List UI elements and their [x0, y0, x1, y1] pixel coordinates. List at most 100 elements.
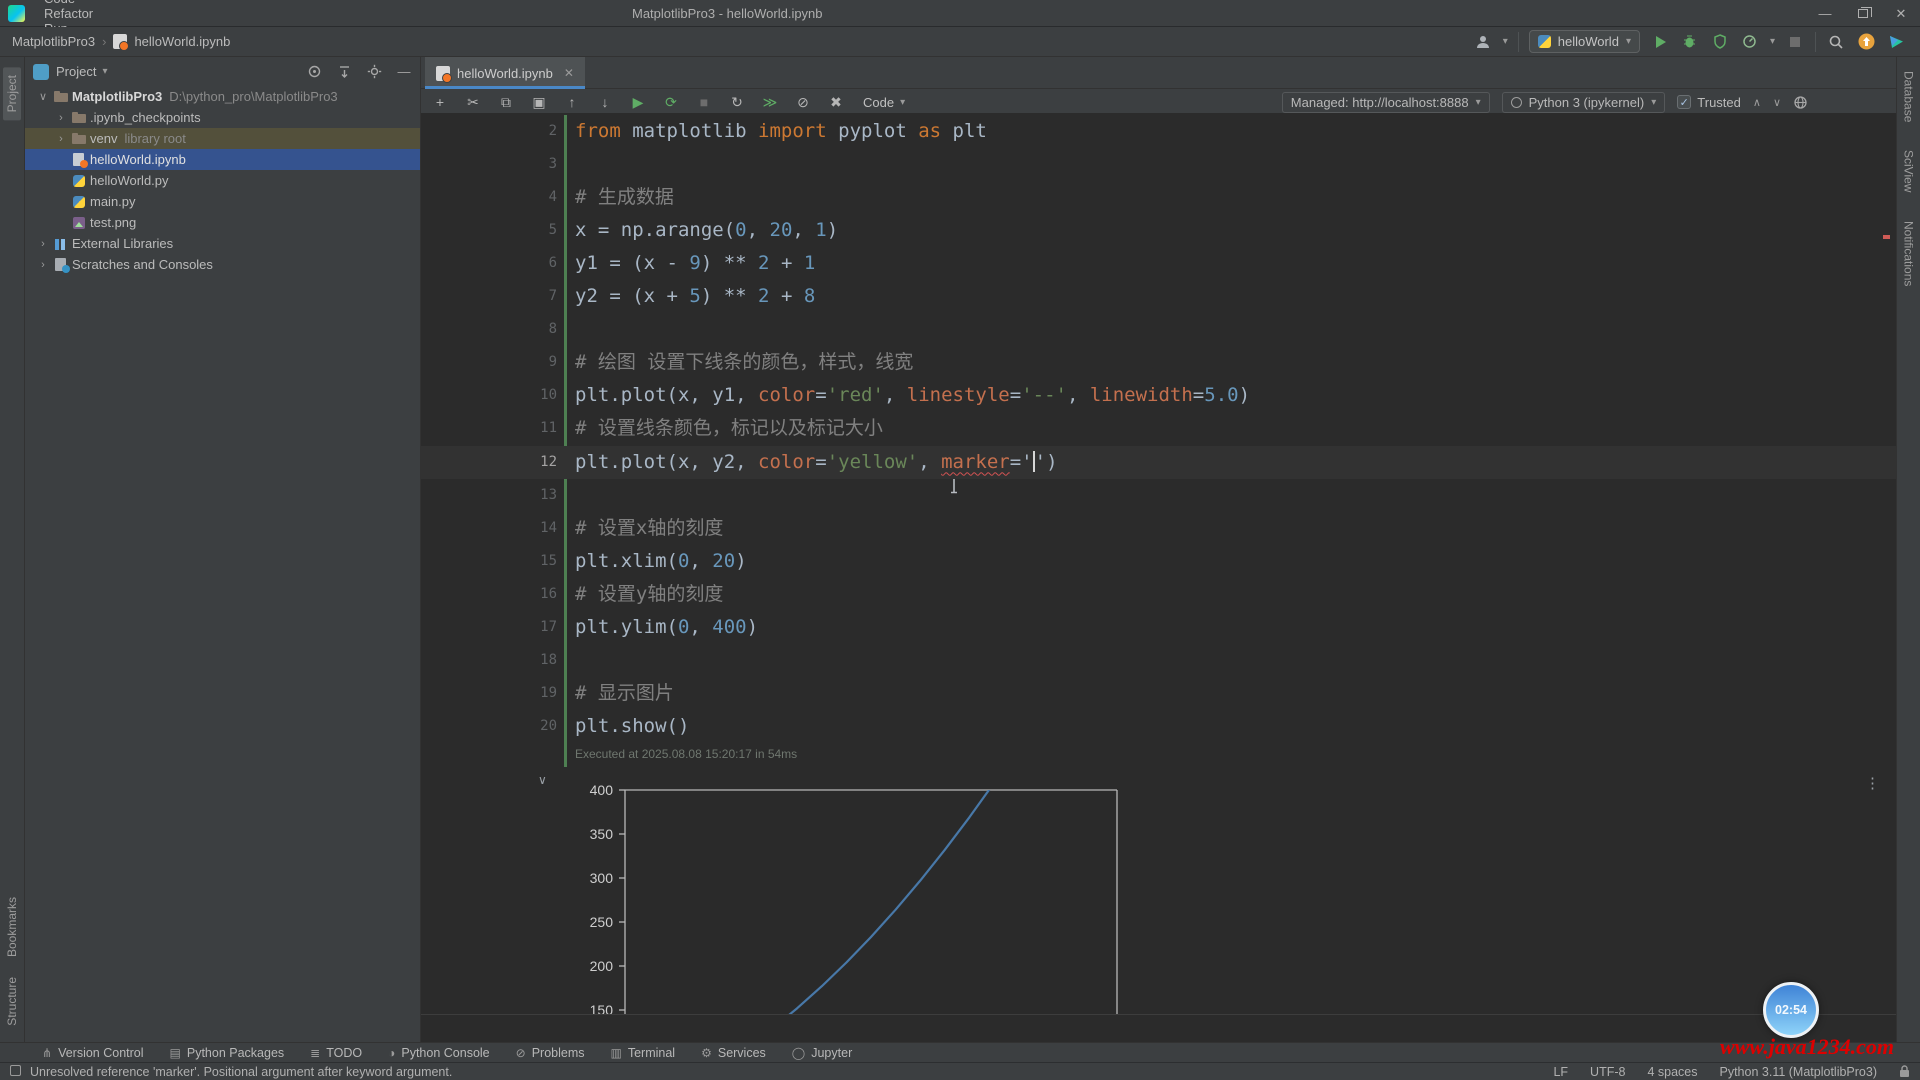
run-button[interactable] — [1650, 32, 1670, 52]
toolwindow-python-console[interactable]: ◑Python Console — [388, 1046, 490, 1060]
copy-cell-button[interactable]: ⧉ — [497, 94, 515, 111]
clear-outputs-button[interactable]: ⊘ — [794, 94, 812, 111]
add-cell-button[interactable]: + — [431, 94, 449, 110]
run-all-below-button[interactable]: ≫ — [761, 94, 779, 111]
hide-panel-button[interactable]: — — [396, 64, 412, 80]
code-line-8[interactable]: 8 — [421, 313, 1896, 346]
tree-item-test-png[interactable]: test.png — [25, 212, 420, 233]
tree-item-scratches-and-consoles[interactable]: ›Scratches and Consoles — [25, 254, 420, 275]
close-button[interactable]: ✕ — [1882, 0, 1920, 27]
tab-close-icon[interactable]: ✕ — [564, 66, 574, 80]
lock-icon[interactable] — [1899, 1065, 1910, 1078]
restart-kernel-button[interactable]: ⟳ — [662, 94, 680, 111]
toolwindow-version-control[interactable]: ⋔Version Control — [42, 1046, 144, 1060]
toolwindow-terminal[interactable]: ▥Terminal — [611, 1046, 676, 1060]
stripe-tab-sciview[interactable]: SciView — [1902, 150, 1916, 192]
toolwindow-python-packages[interactable]: ▤Python Packages — [170, 1046, 285, 1060]
code-line-14[interactable]: 14# 设置x轴的刻度 — [421, 512, 1896, 545]
code-line-10[interactable]: 10plt.plot(x, y1, color='red', linestyle… — [421, 379, 1896, 412]
indent-widget[interactable]: 4 spaces — [1647, 1065, 1697, 1079]
project-panel-title[interactable]: Project — [56, 64, 96, 79]
user-profile-button[interactable] — [1473, 32, 1493, 52]
move-cell-down-button[interactable]: ↓ — [596, 94, 614, 110]
run-cell-button[interactable]: ▶ — [629, 94, 647, 111]
update-available-button[interactable] — [1856, 32, 1876, 52]
tool-window-switcher-icon[interactable] — [10, 1065, 21, 1079]
stripe-tab-notifications[interactable]: Notifications — [1902, 221, 1916, 286]
locate-file-button[interactable] — [306, 64, 322, 80]
delete-cell-button[interactable]: ✖ — [827, 94, 845, 111]
code-line-19[interactable]: 19# 显示图片 — [421, 677, 1896, 710]
notebook-settings-button[interactable] — [1793, 95, 1808, 110]
code-line-9[interactable]: 9# 绘图 设置下线条的颜色，样式，线宽 — [421, 346, 1896, 379]
settings-gear-button[interactable] — [366, 64, 382, 80]
stripe-tab-project[interactable]: Project — [3, 67, 21, 120]
tab-helloworld-ipynb[interactable]: helloWorld.ipynb ✕ — [425, 57, 585, 89]
minimize-button[interactable]: — — [1806, 0, 1844, 27]
cell-type-label: Code — [863, 95, 894, 110]
breadcrumb-file[interactable]: helloWorld.ipynb — [134, 34, 230, 49]
toolwindow-services[interactable]: ⚙Services — [701, 1046, 766, 1060]
cut-cell-button[interactable]: ✂ — [464, 94, 482, 111]
debug-button[interactable] — [1680, 32, 1700, 52]
profiler-button[interactable] — [1740, 32, 1760, 52]
code-line-11[interactable]: 11# 设置线条颜色，标记以及标记大小 — [421, 412, 1896, 445]
tree-item-main-py[interactable]: main.py — [25, 191, 420, 212]
tree-item-external-libraries[interactable]: ›External Libraries — [25, 233, 420, 254]
stripe-tab-structure[interactable]: Structure — [5, 977, 19, 1026]
screen-recording-timer-bubble[interactable]: 02:54 — [1763, 982, 1819, 1038]
collapse-all-cells-button[interactable]: ∧ — [1753, 96, 1761, 109]
code-line-17[interactable]: 17plt.ylim(0, 400) — [421, 611, 1896, 644]
code-line-5[interactable]: 5x = np.arange(0, 20, 1) — [421, 214, 1896, 247]
code-line-4[interactable]: 4# 生成数据 — [421, 181, 1896, 214]
run-configuration-select[interactable]: helloWorld ▾ — [1529, 30, 1640, 53]
code-line-7[interactable]: 7y2 = (x + 5) ** 2 + 8 — [421, 280, 1896, 313]
tree-item-helloworld-py[interactable]: helloWorld.py — [25, 170, 420, 191]
collapse-all-button[interactable] — [336, 64, 352, 80]
code-line-16[interactable]: 16# 设置y轴的刻度 — [421, 578, 1896, 611]
cell-type-select[interactable]: Code ▾ — [863, 95, 905, 110]
toolwindow-problems[interactable]: ⊘Problems — [516, 1046, 585, 1060]
code-line-13[interactable]: 13 — [421, 479, 1896, 512]
line-separator-widget[interactable]: LF — [1553, 1065, 1568, 1079]
project-view-dropdown-icon[interactable]: ▾ — [102, 66, 107, 77]
expand-all-cells-button[interactable]: ∨ — [1773, 96, 1781, 109]
code-line-2[interactable]: 2from matplotlib import pyplot as plt — [421, 115, 1896, 148]
tree-item-helloworld-ipynb[interactable]: helloWorld.ipynb — [25, 149, 420, 170]
toolwindow-todo[interactable]: ≣TODO — [310, 1046, 362, 1060]
code-line-18[interactable]: 18 — [421, 644, 1896, 677]
encoding-widget[interactable]: UTF-8 — [1590, 1065, 1625, 1079]
stripe-tab-bookmarks[interactable]: Bookmarks — [5, 897, 19, 957]
run-with-coverage-button[interactable] — [1710, 32, 1730, 52]
code-line-3[interactable]: 3 — [421, 148, 1896, 181]
code-text: plt.xlim(0, 20) — [575, 545, 747, 578]
stop-button[interactable] — [1785, 32, 1805, 52]
code-line-12[interactable]: 12plt.plot(x, y2, color='yellow', marker… — [421, 446, 1896, 479]
search-everywhere-button[interactable] — [1826, 32, 1846, 52]
code-line-15[interactable]: 15plt.xlim(0, 20) — [421, 545, 1896, 578]
tree-item-matplotlibpro3[interactable]: ∨MatplotlibPro3D:\python_pro\MatplotlibP… — [25, 86, 420, 107]
code-line-20[interactable]: 20plt.show() — [421, 710, 1896, 743]
tree-item-ipynb-checkpoints[interactable]: ›.ipynb_checkpoints — [25, 107, 420, 128]
move-cell-up-button[interactable]: ↑ — [563, 94, 581, 110]
code-text: from matplotlib import pyplot as plt — [575, 115, 987, 148]
interrupt-kernel-button[interactable]: ■ — [695, 94, 713, 110]
restore-button[interactable] — [1844, 0, 1882, 27]
rerun-cells-button[interactable]: ↻ — [728, 94, 746, 111]
menu-refactor[interactable]: Refactor — [35, 6, 104, 21]
interpreter-widget[interactable]: Python 3.11 (MatplotlibPro3) — [1720, 1065, 1878, 1079]
status-message[interactable]: Unresolved reference 'marker'. Positiona… — [30, 1065, 452, 1079]
notebook-editor[interactable]: Executed at 2025.08.08 15:20:17 in 54ms … — [421, 113, 1896, 1015]
tree-item-venv[interactable]: ›venvlibrary root — [25, 128, 420, 149]
profiler-dropdown-chevron-icon[interactable]: ▾ — [1770, 36, 1775, 47]
code-line-6[interactable]: 6y1 = (x - 9) ** 2 + 1 — [421, 247, 1896, 280]
kernel-select[interactable]: Python 3 (ipykernel) ▾ — [1502, 92, 1666, 113]
user-dropdown-chevron-icon[interactable]: ▾ — [1503, 36, 1508, 47]
breadcrumb-project[interactable]: MatplotlibPro3 — [12, 34, 95, 49]
jupyter-server-select[interactable]: Managed: http://localhost:8888 ▾ — [1282, 92, 1490, 113]
toolwindow-jupyter[interactable]: ◯Jupyter — [792, 1046, 852, 1060]
stripe-tab-database[interactable]: Database — [1902, 71, 1916, 122]
license-indicator-icon[interactable] — [1886, 32, 1906, 52]
paste-cell-button[interactable]: ▣ — [530, 94, 548, 111]
trusted-checkbox[interactable]: ✓ Trusted — [1677, 95, 1741, 110]
